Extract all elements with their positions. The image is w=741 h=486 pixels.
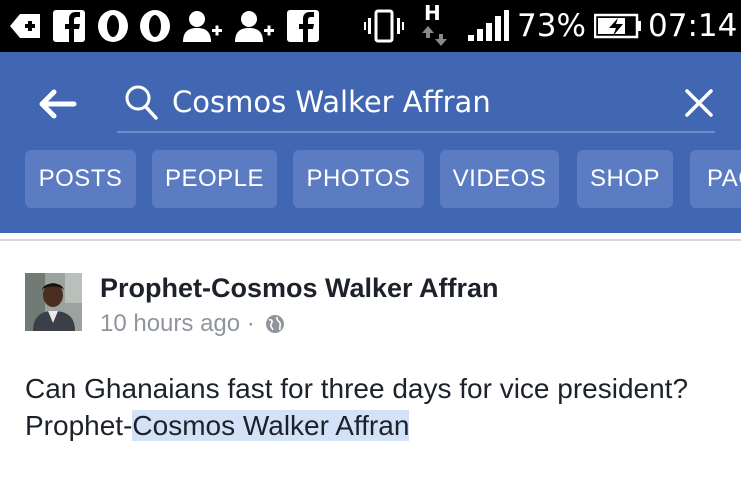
filter-videos-tab[interactable]: VIDEOS: [440, 150, 559, 208]
battery-charging-icon: [594, 13, 641, 39]
search-match-highlight: Cosmos Walker Affran: [132, 410, 410, 441]
section-divider: [0, 239, 741, 241]
filter-posts-tab[interactable]: POSTS: [25, 150, 136, 208]
author-avatar[interactable]: [25, 273, 82, 331]
post-timestamp[interactable]: 10 hours ago: [100, 310, 240, 337]
facebook-notification-icon-2: [287, 10, 319, 42]
vibrate-icon: [364, 9, 404, 43]
post-author-name[interactable]: Prophet-Cosmos Walker Affran: [100, 271, 499, 305]
opera-icon: [98, 10, 128, 42]
filter-photos-tab[interactable]: PHOTOS: [293, 150, 424, 208]
back-arrow-icon[interactable]: [30, 82, 80, 126]
friend-request-icon: [183, 11, 222, 42]
clear-search-icon[interactable]: [680, 84, 718, 122]
search-header: Cosmos Walker Affran POSTS PEOPLE PHOTOS…: [0, 52, 741, 233]
post-body: Can Ghanaians fast for three days for vi…: [25, 370, 688, 444]
data-transfer-icon: [422, 26, 447, 46]
search-input[interactable]: Cosmos Walker Affran: [172, 78, 652, 126]
search-underline: [117, 131, 715, 133]
post-text-prefix: Prophet-: [25, 410, 133, 441]
filter-shop-tab[interactable]: SHOP: [577, 150, 673, 208]
friend-request-icon-2: [235, 11, 274, 42]
post-text-line2: Prophet-Cosmos Walker Affran: [25, 407, 688, 444]
status-bar: H 73% 07:14: [0, 0, 741, 52]
clock-time: 07:14: [648, 8, 738, 44]
battery-percent: 73%: [517, 8, 586, 44]
meta-separator: ·: [246, 310, 255, 337]
filter-pages-tab[interactable]: PAGES: [690, 150, 741, 208]
add-notification-icon: [10, 14, 40, 38]
facebook-notification-icon: [53, 10, 85, 42]
network-type-label: H: [424, 1, 441, 25]
post-text-line1: Can Ghanaians fast for three days for vi…: [25, 373, 689, 404]
signal-strength-icon: [468, 10, 509, 41]
search-icon: [125, 85, 158, 120]
opera-icon-2: [140, 10, 170, 42]
public-globe-icon: [266, 315, 285, 333]
post-meta: 10 hours ago ·: [100, 309, 285, 339]
filter-people-tab[interactable]: PEOPLE: [152, 150, 277, 208]
